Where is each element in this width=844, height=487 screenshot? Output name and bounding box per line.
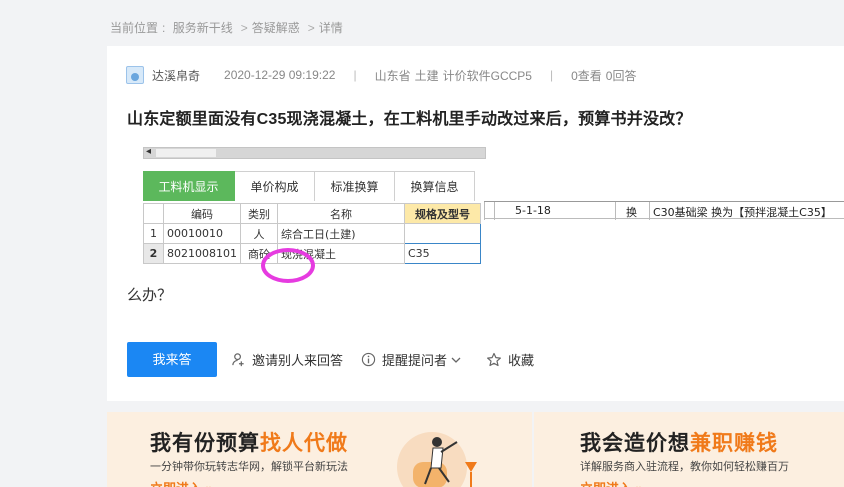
row-number: 2 (143, 243, 164, 264)
region-tag: 山东省 (374, 68, 411, 83)
breadcrumb-colon: : (162, 21, 166, 35)
star-icon (487, 352, 502, 366)
chevron-down-icon (451, 357, 461, 363)
question-image: ◂ 工料机显示 单价构成 标准换算 换算信息 编码 类别 名称 规格及型号 1 … (143, 145, 486, 283)
banner-left-link[interactable]: 立即进入 » (150, 478, 213, 487)
image-scrollbar: ◂ (143, 146, 486, 159)
avatar-user-icon (131, 73, 139, 81)
col-name: 名称 (277, 203, 405, 224)
breadcrumb-item-qa[interactable]: 答疑解惑 (252, 21, 300, 35)
question-meta: 达溪帛奇 2020-12-29 09:19:22 | 山东省 土建 计价软件GC… (126, 66, 640, 84)
question-title: 山东定额里面没有C35现浇混凝土，在工料机里手动改过来后，预算书并没改？ (127, 111, 692, 128)
banner-left-subtitle: 一分钟带你玩转志华网，解锁平台新玩法 (150, 461, 348, 473)
row-spec: C35 (404, 243, 481, 264)
banner-left-title-accent: 找人代做 (260, 432, 348, 455)
banner-right-title-accent: 兼职赚钱 (690, 432, 778, 455)
post-date: 2020-12-29 09:19:22 (224, 68, 336, 82)
answer-count: 0回答 (605, 68, 637, 83)
invite-button[interactable]: 邀请别人来回答 (231, 350, 343, 369)
col-spec: 规格及型号 (404, 203, 481, 224)
image-tab-price: 单价构成 (235, 171, 315, 201)
promo-banner-left[interactable]: 我有份预算找人代做 一分钟带你玩转志华网，解锁平台新玩法 立即进入 » (107, 412, 532, 487)
row-type: 人 (240, 223, 278, 244)
view-count: 0查看 (571, 68, 602, 83)
image-tab-info: 换算信息 (395, 171, 475, 201)
image-tabs: 工料机显示 单价构成 标准换算 换算信息 (143, 171, 475, 201)
image-table: 编码 类别 名称 规格及型号 1 00010010 人 综合工日(土建) 2 8… (143, 203, 481, 264)
remind-button[interactable]: 提醒提问者 (361, 350, 468, 369)
highlight-circle (261, 248, 315, 283)
image-table-row: 1 00010010 人 综合工日(土建) (143, 223, 481, 244)
scroll-thumb (156, 149, 216, 157)
invite-user-icon (232, 353, 244, 367)
scroll-left-icon: ◂ (146, 146, 152, 157)
invite-label: 邀请别人来回答 (252, 353, 344, 368)
image-2-row: 5-1-18 换 C30基础梁 换为【预拌混凝土C35】 (484, 201, 844, 220)
breadcrumb-item-detail: 详情 (318, 21, 343, 35)
row-code: 8021008101 (163, 243, 241, 264)
banner-right-title-plain: 我会造价想 (580, 432, 690, 455)
banner-left-title: 我有份预算找人代做 (150, 427, 348, 457)
banner-right-link[interactable]: 立即进入 » (580, 478, 643, 487)
col-code: 编码 (163, 203, 241, 224)
meta-divider: | (549, 68, 554, 82)
banner-left-title-plain: 我有份预算 (150, 432, 260, 455)
image-tab-material: 工料机显示 (143, 171, 235, 201)
promo-banner-right[interactable]: 我会造价想兼职赚钱 详解服务商入驻流程，教你如何轻松赚百万 立即进入 » (534, 412, 844, 487)
row2-type: 换 (626, 206, 637, 219)
image-tab-convert: 标准换算 (315, 171, 395, 201)
breadcrumb-label: 当前位置 (110, 21, 159, 35)
image-table-header: 编码 类别 名称 规格及型号 (143, 203, 481, 224)
software-tag: 计价软件GCCP5 (442, 68, 532, 83)
breadcrumb-separator: > (240, 21, 248, 35)
breadcrumb-item-service[interactable]: 服务新干线 (173, 21, 233, 35)
breadcrumb-separator: > (307, 21, 315, 35)
row-name: 综合工日(土建) (277, 223, 405, 244)
collect-button[interactable]: 收藏 (486, 350, 534, 369)
author-name[interactable]: 达溪帛奇 (152, 67, 200, 84)
answer-button[interactable]: 我来答 (127, 342, 217, 377)
question-card: 达溪帛奇 2020-12-29 09:19:22 | 山东省 土建 计价软件GC… (107, 46, 844, 401)
avatar[interactable] (126, 66, 144, 84)
question-body: 么办？ (127, 287, 173, 304)
banner-right-title: 我会造价想兼职赚钱 (580, 427, 778, 457)
category-tag: 土建 (414, 68, 439, 83)
row-number: 1 (143, 223, 164, 244)
col-type: 类别 (240, 203, 278, 224)
row2-code: 5-1-18 (515, 204, 551, 217)
question-image-2: 5-1-18 换 C30基础梁 换为【预拌混凝土C35】 (484, 197, 844, 220)
collect-label: 收藏 (508, 353, 535, 368)
breadcrumb: 当前位置: 服务新干线 > 答疑解惑 > 详情 (110, 19, 347, 36)
banner-right-subtitle: 详解服务商入驻流程，教你如何轻松赚百万 (580, 461, 789, 473)
info-icon (361, 352, 376, 367)
meta-divider: | (353, 68, 357, 82)
row-code: 00010010 (163, 223, 241, 244)
remind-label: 提醒提问者 (382, 353, 448, 368)
action-bar: 我来答 邀请别人来回答 提醒提问者 收藏 (127, 342, 552, 377)
row2-desc: C30基础梁 换为【预拌混凝土C35】 (653, 206, 832, 219)
row-spec (404, 223, 481, 244)
person-illustration-icon (413, 437, 477, 487)
